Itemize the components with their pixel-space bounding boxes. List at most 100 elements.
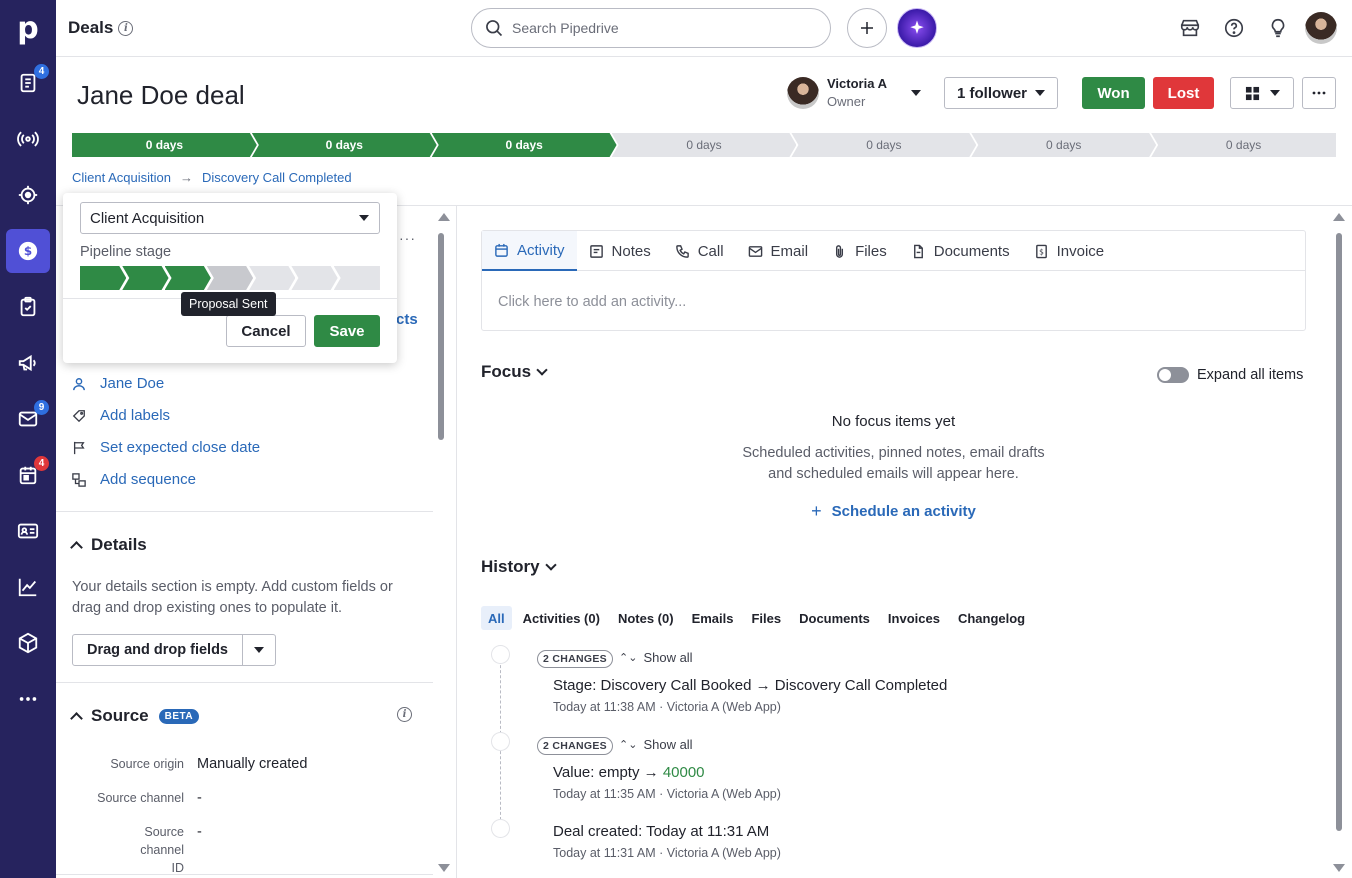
left-scrollbar[interactable] (438, 233, 444, 440)
history-tab-changelog[interactable]: Changelog (951, 606, 1032, 630)
nav-products[interactable] (6, 621, 50, 665)
ai-assistant-button[interactable] (897, 8, 937, 48)
nav-campaigns-broadcast[interactable] (6, 117, 50, 161)
popover-stage-5[interactable] (249, 266, 295, 290)
details-section-header[interactable]: Details (70, 535, 147, 555)
source-origin-value: Manually created (197, 756, 308, 772)
tab-invoice-label: Invoice (1056, 242, 1105, 260)
nav-mail[interactable]: 9 (6, 397, 50, 441)
tab-email[interactable]: Email (736, 231, 821, 271)
schedule-activity-button[interactable]: + Schedule an activity (481, 501, 1306, 522)
scroll-down-arrow[interactable] (438, 864, 450, 872)
focus-section-header[interactable]: Focus (481, 362, 548, 382)
history-from: empty (598, 764, 640, 781)
pipedrive-logo[interactable]: p (0, 0, 56, 56)
popover-stage-7[interactable] (333, 266, 380, 290)
popover-stage-2[interactable] (122, 266, 168, 290)
owner-selector[interactable]: Victoria A Owner (787, 76, 921, 109)
deal-title[interactable]: Jane Doe deal (77, 80, 245, 111)
plus-icon: + (811, 501, 822, 521)
history-tab-activities[interactable]: Activities (0) (516, 606, 607, 630)
drag-drop-fields-button[interactable]: Drag and drop fields (73, 635, 243, 665)
toggle-switch[interactable] (1157, 367, 1189, 383)
nav-deals[interactable]: $ (6, 229, 50, 273)
source-title: Source (91, 706, 149, 725)
nav-more[interactable] (6, 677, 50, 721)
history-section-header[interactable]: History (481, 557, 557, 577)
person-link[interactable]: Jane Doe (72, 375, 164, 392)
nav-activities[interactable]: 4 (6, 453, 50, 497)
quick-add-button[interactable] (847, 8, 887, 48)
right-scrollbar[interactable] (1336, 233, 1342, 831)
pipeline-select[interactable]: Client Acquisition (80, 202, 380, 234)
breadcrumb-pipeline[interactable]: Client Acquisition (72, 170, 171, 185)
show-all-button[interactable]: ⌃⌄ Show all (619, 737, 693, 752)
tab-files[interactable]: Files (820, 231, 899, 271)
nav-leads-target[interactable] (6, 173, 50, 217)
plus-icon (861, 22, 873, 34)
view-switcher-button[interactable] (1230, 77, 1294, 109)
tab-documents[interactable]: Documents (899, 231, 1022, 271)
popover-stage-4[interactable] (207, 266, 253, 290)
source-info-icon[interactable]: i (397, 707, 412, 722)
nav-leads[interactable]: 4 (6, 61, 50, 105)
marketplace-button[interactable] (1179, 17, 1201, 39)
tab-call[interactable]: Call (663, 231, 736, 271)
nav-contacts[interactable] (6, 509, 50, 553)
scroll-up-arrow[interactable] (1333, 213, 1345, 221)
tips-button[interactable] (1267, 17, 1289, 39)
search-input[interactable] (512, 20, 812, 36)
close-date-link[interactable]: Set expected close date (72, 439, 260, 456)
info-icon[interactable]: i (118, 20, 134, 36)
tab-notes[interactable]: Notes (577, 231, 663, 271)
cancel-button[interactable]: Cancel (226, 315, 306, 347)
add-labels-link[interactable]: Add labels (72, 407, 170, 424)
stage-6[interactable]: 0 days (971, 133, 1156, 157)
show-all-button[interactable]: ⌃⌄ Show all (619, 650, 693, 665)
history-meta: Today at 11:35 AM · Victoria A (Web App) (553, 787, 781, 801)
add-activity-input[interactable]: Click here to add an activity... (498, 294, 686, 310)
history-tab-emails[interactable]: Emails (685, 606, 741, 630)
tab-activity[interactable]: Activity (482, 231, 577, 271)
products-link-partial[interactable]: cts (396, 311, 418, 328)
chevron-down-icon (1269, 90, 1280, 96)
expand-all-toggle[interactable]: Expand all items (1157, 367, 1303, 383)
popover-stage-6[interactable] (291, 266, 337, 290)
history-tab-invoices[interactable]: Invoices (881, 606, 947, 630)
scroll-down-arrow[interactable] (1333, 864, 1345, 872)
followers-button[interactable]: 1 follower (944, 77, 1058, 109)
stage-4[interactable]: 0 days (612, 133, 797, 157)
stage-2[interactable]: 0 days (252, 133, 437, 157)
nav-campaigns[interactable] (6, 341, 50, 385)
source-section-header[interactable]: Source BETA (70, 706, 200, 726)
history-tab-notes[interactable]: Notes (0) (611, 606, 681, 630)
history-tab-documents[interactable]: Documents (792, 606, 877, 630)
person-icon (72, 377, 86, 391)
tab-invoice[interactable]: $ Invoice (1022, 231, 1117, 271)
more-actions-button[interactable] (1302, 77, 1336, 109)
history-tab-files[interactable]: Files (744, 606, 788, 630)
save-button[interactable]: Save (314, 315, 380, 347)
popover-stage-3[interactable] (165, 266, 211, 290)
help-button[interactable] (1223, 17, 1245, 39)
nav-insights[interactable] (6, 565, 50, 609)
popover-stage-1[interactable] (80, 266, 126, 290)
won-button[interactable]: Won (1082, 77, 1145, 109)
add-sequence-link[interactable]: Add sequence (72, 471, 196, 488)
nav-projects[interactable] (6, 285, 50, 329)
drag-drop-fields-dropdown[interactable] (243, 635, 275, 665)
scroll-up-arrow[interactable] (438, 213, 450, 221)
mail-icon (748, 245, 762, 257)
lost-button[interactable]: Lost (1153, 77, 1214, 109)
history-entry-value: Value: empty → 40000 (553, 764, 705, 781)
sparkle-icon (910, 20, 924, 34)
stage-7[interactable]: 0 days (1151, 133, 1337, 157)
search-box[interactable] (471, 8, 831, 48)
summary-more-icon[interactable]: ··· (399, 230, 416, 246)
stage-3[interactable]: 0 days (432, 133, 617, 157)
breadcrumb-stage[interactable]: Discovery Call Completed (202, 170, 352, 185)
user-avatar[interactable] (1305, 12, 1337, 44)
stage-1[interactable]: 0 days (72, 133, 257, 157)
history-tab-all[interactable]: All (481, 606, 512, 630)
stage-5[interactable]: 0 days (791, 133, 976, 157)
